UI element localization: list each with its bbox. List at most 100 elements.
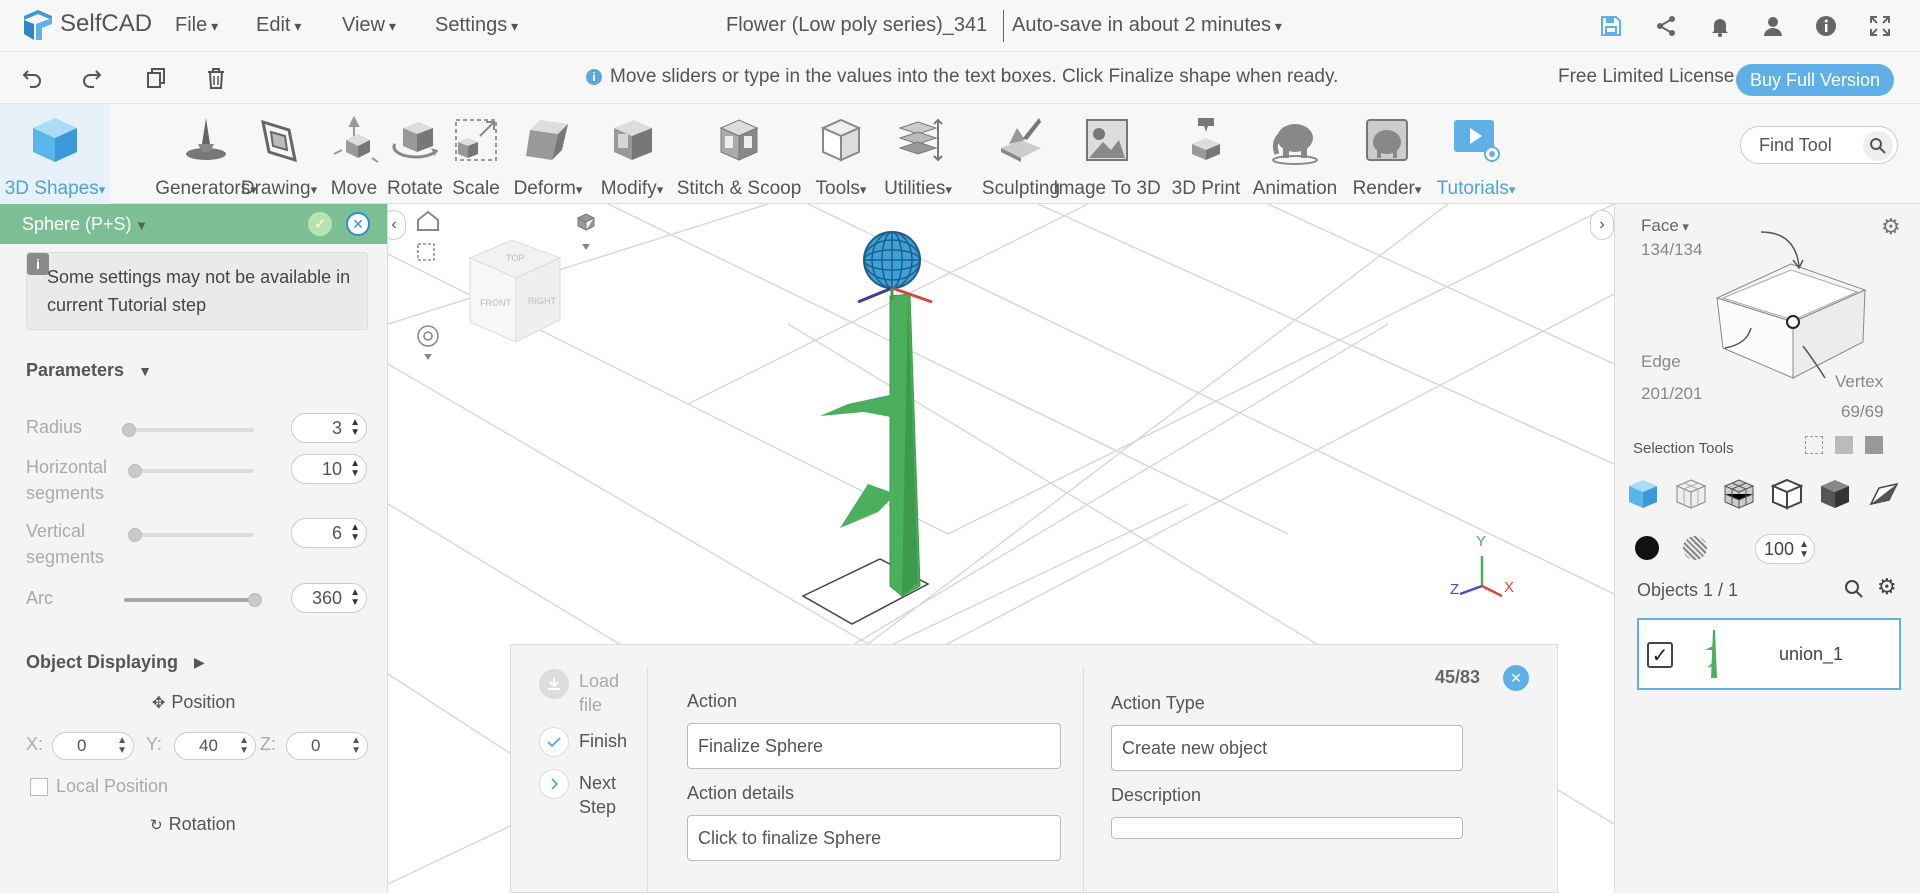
- spin-arrows-icon[interactable]: ▲ ▼: [117, 736, 127, 756]
- tool-label: Animation: [1252, 178, 1338, 199]
- parameters-heading[interactable]: Parameters ▼: [26, 360, 152, 381]
- bell-icon[interactable]: [1706, 12, 1734, 40]
- tool-stitch-scoop[interactable]: Stitch & Scoop: [676, 104, 802, 204]
- black-color-swatch[interactable]: [1635, 536, 1659, 560]
- vertical-segments-slider[interactable]: [128, 528, 254, 542]
- spin-arrows-icon[interactable]: ▲ ▼: [350, 523, 360, 543]
- slider-knob[interactable]: [248, 593, 262, 607]
- tool-scale[interactable]: Scale: [448, 104, 504, 204]
- find-tool-input[interactable]: Find Tool: [1740, 126, 1898, 164]
- horizontal-segments-slider[interactable]: [128, 464, 254, 478]
- tool-3d-shapes[interactable]: 3D Shapes: [0, 104, 110, 204]
- spin-arrows-icon[interactable]: ▲ ▼: [350, 588, 360, 608]
- close-tutorial-icon[interactable]: ✕: [1503, 665, 1529, 691]
- wireframe-mode-icon[interactable]: [1721, 476, 1757, 512]
- tool-utilities[interactable]: Utilities: [876, 104, 960, 204]
- undo-icon[interactable]: [18, 64, 46, 92]
- outline-mode-icon[interactable]: [1769, 476, 1805, 512]
- mesh-mode-icon[interactable]: [1673, 476, 1709, 512]
- tool-image-to-3d[interactable]: Image To 3D: [1052, 104, 1162, 204]
- tool-label: Move: [330, 178, 378, 199]
- copy-icon[interactable]: [142, 64, 170, 92]
- share-icon[interactable]: [1652, 12, 1680, 40]
- tool-deform[interactable]: Deform: [508, 104, 588, 204]
- close-icon[interactable]: ✕: [346, 212, 370, 236]
- spin-arrows-icon[interactable]: ▲ ▼: [351, 736, 361, 756]
- position-x-input[interactable]: 0 ▲ ▼: [52, 732, 134, 760]
- object-visible-checkbox[interactable]: ✓: [1647, 642, 1673, 668]
- select-rect-icon[interactable]: [1805, 436, 1823, 454]
- tool-move[interactable]: Move: [326, 104, 382, 204]
- menu-file[interactable]: File: [175, 14, 218, 37]
- finish-check-icon: [539, 727, 569, 757]
- select-box-icon[interactable]: [1865, 436, 1883, 454]
- tool-tutorials[interactable]: Tutorials: [1426, 104, 1526, 204]
- menu-settings[interactable]: Settings: [435, 14, 518, 37]
- vertex-label[interactable]: Vertex: [1835, 372, 1883, 392]
- panel-title[interactable]: Sphere (P+S): [22, 214, 148, 235]
- tool-modify[interactable]: Modify: [596, 104, 668, 204]
- tool-rotate[interactable]: Rotate: [386, 104, 444, 204]
- gear-icon[interactable]: ⚙: [1877, 574, 1897, 600]
- tool-3d-print[interactable]: 3D Print: [1170, 104, 1242, 204]
- tool-label: Tutorials: [1437, 178, 1516, 200]
- search-icon[interactable]: [1863, 131, 1893, 161]
- texture-swatch-icon[interactable]: [1683, 536, 1707, 560]
- perspective-icon[interactable]: [576, 213, 596, 250]
- info-icon[interactable]: [1812, 12, 1840, 40]
- user-icon[interactable]: [1759, 12, 1787, 40]
- edge-label[interactable]: Edge: [1641, 352, 1681, 372]
- trash-icon[interactable]: [202, 64, 230, 92]
- position-z-input[interactable]: 0 ▲ ▼: [286, 732, 368, 760]
- tool-tools[interactable]: Tools: [808, 104, 874, 204]
- save-icon[interactable]: [1597, 12, 1625, 40]
- radius-input[interactable]: 3 ▲ ▼: [291, 413, 367, 443]
- solid-mode-icon[interactable]: [1625, 476, 1661, 512]
- next-step-button[interactable]: Next Step: [579, 771, 639, 819]
- arc-slider[interactable]: [124, 593, 262, 607]
- app-logo[interactable]: SelfCAD: [20, 6, 152, 42]
- spin-arrows-icon[interactable]: ▲ ▼: [350, 459, 360, 479]
- buy-full-version-button[interactable]: Buy Full Version: [1736, 64, 1894, 96]
- select-cube-icon[interactable]: [1835, 436, 1853, 454]
- fullscreen-icon[interactable]: [1866, 12, 1894, 40]
- collapse-left-panel-icon[interactable]: ‹: [388, 210, 406, 240]
- autosave-status[interactable]: Auto-save in about 2 minutes: [1012, 14, 1282, 37]
- radius-slider[interactable]: [122, 423, 254, 437]
- cube-icon: [28, 110, 82, 170]
- next-step-icon[interactable]: [539, 769, 569, 799]
- object-row[interactable]: ✓ union_1: [1637, 618, 1901, 690]
- local-position-checkbox[interactable]: [30, 778, 48, 796]
- document-title[interactable]: Flower (Low poly series)_341: [726, 14, 987, 37]
- home-icon[interactable]: [417, 210, 439, 231]
- slider-knob[interactable]: [128, 464, 142, 478]
- search-icon[interactable]: [1843, 578, 1865, 605]
- horizontal-segments-input[interactable]: 10 ▲ ▼: [291, 454, 367, 484]
- gizmo-z-axis[interactable]: [857, 286, 893, 304]
- vertical-segments-input[interactable]: 6 ▲ ▼: [291, 518, 367, 548]
- target-icon[interactable]: [417, 325, 439, 360]
- finalize-check-icon[interactable]: ✓: [308, 212, 332, 236]
- spin-arrows-icon[interactable]: ▲ ▼: [1799, 540, 1809, 560]
- slider-knob[interactable]: [122, 423, 136, 437]
- position-y-input[interactable]: 40 ▲ ▼: [174, 732, 256, 760]
- zoom-fit-icon[interactable]: [417, 243, 435, 261]
- slider-fill: [124, 598, 260, 602]
- leaf-lower: [840, 484, 896, 528]
- dark-cube-icon[interactable]: [1817, 476, 1853, 512]
- opacity-input[interactable]: 100 ▲ ▼: [1755, 534, 1815, 564]
- slider-knob[interactable]: [128, 528, 142, 542]
- tool-animation[interactable]: Animation: [1248, 104, 1342, 204]
- tool-drawing[interactable]: Drawing: [236, 104, 322, 204]
- plane-mode-icon[interactable]: [1865, 476, 1901, 512]
- object-displaying-heading[interactable]: Object Displaying ▶: [26, 652, 205, 673]
- menu-view[interactable]: View: [342, 14, 396, 37]
- collapse-right-panel-icon[interactable]: ›: [1590, 210, 1614, 240]
- menu-edit[interactable]: Edit: [256, 14, 301, 37]
- view-cube[interactable]: TOP FRONT RIGHT: [468, 239, 562, 343]
- tool-render[interactable]: Render: [1346, 104, 1428, 204]
- redo-icon[interactable]: [78, 64, 106, 92]
- arc-input[interactable]: 360 ▲ ▼: [291, 583, 367, 613]
- spin-arrows-icon[interactable]: ▲ ▼: [350, 418, 360, 438]
- spin-arrows-icon[interactable]: ▲ ▼: [239, 736, 249, 756]
